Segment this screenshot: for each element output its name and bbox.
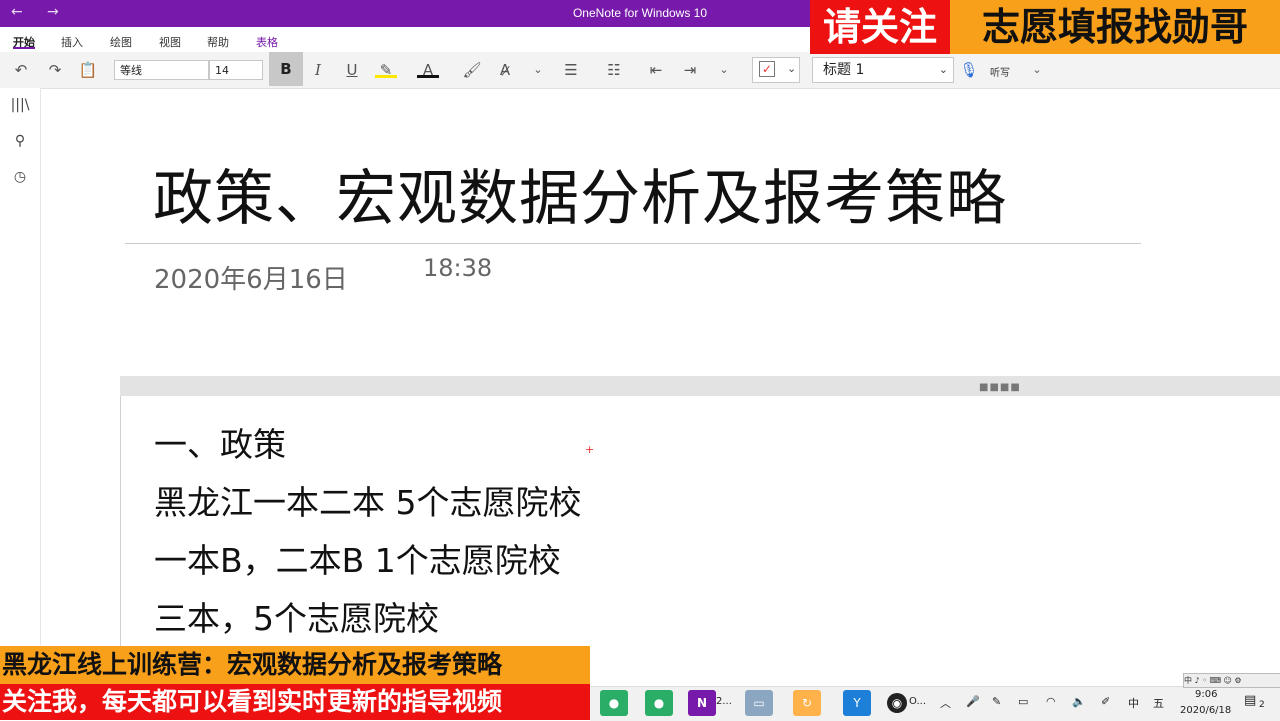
- font-color-button[interactable]: A: [417, 60, 439, 79]
- active-tab-indicator: [13, 47, 35, 49]
- pen-tray-icon[interactable]: ✎: [992, 695, 1001, 708]
- chevron-down-icon: ⌄: [787, 62, 797, 75]
- undo-icon[interactable]: ↶: [10, 60, 32, 80]
- wifi-icon[interactable]: ◠: [1046, 695, 1056, 708]
- format-painter-icon[interactable]: 🖌: [461, 60, 483, 80]
- wechat-work-icon[interactable]: ●: [645, 690, 673, 716]
- microphone-icon[interactable]: 🎙: [958, 60, 980, 80]
- promo-banner-top-yellow: 志愿填报找勋哥: [950, 0, 1280, 54]
- onenote-taskbar-label[interactable]: 2...: [716, 696, 732, 707]
- font-name-box[interactable]: 等线: [114, 60, 209, 80]
- onenote-icon[interactable]: N: [688, 690, 716, 716]
- battery-icon[interactable]: ▭: [1018, 695, 1028, 708]
- cursor-plus-icon: +: [585, 443, 595, 456]
- checkbox-icon: ✓: [759, 61, 775, 77]
- photos-icon[interactable]: ▭: [745, 690, 773, 716]
- page-time: 18:38: [423, 254, 493, 282]
- clock-time[interactable]: 9:06: [1195, 689, 1217, 700]
- redo-icon[interactable]: ↷: [44, 60, 66, 80]
- chevron-up-icon[interactable]: ︿: [940, 695, 951, 711]
- page-title[interactable]: 政策、宏观数据分析及报考策略: [153, 150, 1007, 237]
- app-icon[interactable]: Y: [843, 690, 871, 716]
- ime-toolbar[interactable]: 中 ♪ ◦ ⌨ ☺ ⚙: [1183, 673, 1280, 688]
- chevron-down-icon[interactable]: ⌄: [1026, 60, 1048, 80]
- bullet-list-icon[interactable]: ☰: [560, 60, 582, 80]
- volume-muted-icon[interactable]: 🔈: [1072, 695, 1086, 708]
- left-rail: |||\ ⚲ ◷: [0, 88, 41, 645]
- italic-button[interactable]: I: [307, 60, 329, 80]
- note-line[interactable]: 黑龙江一本二本 5个志愿院校: [154, 476, 582, 524]
- obs-icon[interactable]: ◉: [887, 693, 907, 713]
- tab-help[interactable]: 帮助: [207, 34, 229, 50]
- notification-count: 2: [1259, 700, 1265, 710]
- note-line[interactable]: 一本B，二本B 1个志愿院校: [154, 534, 561, 582]
- outdent-icon[interactable]: ⇤: [645, 60, 667, 80]
- ime-mode-indicator[interactable]: 五: [1153, 695, 1164, 711]
- obs-taskbar-label[interactable]: O...: [909, 696, 926, 707]
- chevron-down-icon[interactable]: ⌄: [713, 60, 735, 80]
- todo-tag-button[interactable]: ✓ ⌄: [752, 57, 800, 83]
- dictate-label[interactable]: 听写: [990, 64, 1010, 79]
- numbered-list-icon[interactable]: ☷: [603, 60, 625, 80]
- note-line[interactable]: 一、政策: [154, 418, 286, 466]
- tab-table[interactable]: 表格: [256, 34, 278, 50]
- note-line[interactable]: 三本，5个志愿院校: [154, 592, 439, 640]
- underline-button[interactable]: U: [341, 60, 363, 80]
- clipboard-icon[interactable]: 📋: [77, 60, 99, 80]
- style-value: 标题 1: [823, 62, 865, 78]
- highlight-icon[interactable]: ✎: [375, 60, 397, 79]
- wechat-icon[interactable]: ●: [600, 690, 628, 716]
- notification-icon[interactable]: ▤: [1244, 693, 1256, 708]
- bold-button[interactable]: B: [269, 52, 303, 86]
- font-size-box[interactable]: 14: [209, 60, 263, 80]
- tab-insert[interactable]: 插入: [61, 34, 83, 50]
- ime-language-indicator[interactable]: 中: [1128, 695, 1139, 711]
- grip-icon[interactable]: ■■■■: [979, 382, 1021, 393]
- clear-format-icon[interactable]: A̷: [494, 60, 516, 80]
- promo-banner-bottom-red: 关注我，每天都可以看到实时更新的指导视频: [0, 684, 590, 720]
- tab-view[interactable]: 视图: [159, 34, 181, 50]
- notebooks-icon[interactable]: |||\: [10, 97, 30, 117]
- note-container-handle[interactable]: [120, 376, 1280, 396]
- promo-banner-bottom-yellow: 黑龙江线上训练营：宏观数据分析及报考策略: [0, 646, 590, 684]
- recent-clock-icon[interactable]: ◷: [10, 169, 30, 189]
- chevron-down-icon: ⌄: [938, 63, 948, 76]
- promo-banner-top-red: 请关注: [810, 0, 950, 54]
- chevron-down-icon[interactable]: ⌄: [527, 60, 549, 80]
- search-icon[interactable]: ⚲: [10, 133, 30, 153]
- pen-settings-icon[interactable]: ✐: [1101, 695, 1110, 708]
- title-divider: [125, 243, 1141, 244]
- sync-icon[interactable]: ↻: [793, 690, 821, 716]
- clock-date[interactable]: 2020/6/18: [1180, 705, 1231, 716]
- style-dropdown[interactable]: 标题 1 ⌄: [812, 57, 954, 83]
- toolbar: ↶ ↷ 📋 等线 14 I U ✎ A 🖌 A̷ ⌄ ☰ ☷ ⇤ ⇥ ⌄ 🎙 听…: [0, 52, 1280, 89]
- microphone-tray-icon[interactable]: 🎤: [966, 695, 980, 708]
- indent-icon[interactable]: ⇥: [679, 60, 701, 80]
- tab-draw[interactable]: 绘图: [110, 34, 132, 50]
- page-date: 2020年6月16日: [154, 265, 348, 295]
